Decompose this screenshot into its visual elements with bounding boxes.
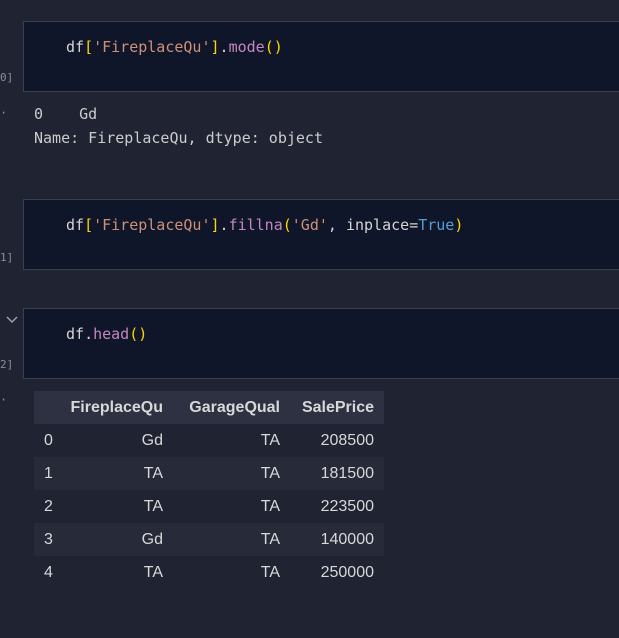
execution-count-3: 2]: [0, 358, 14, 371]
table-row: 0 Gd TA 208500: [34, 424, 384, 457]
table-cell: TA: [173, 457, 290, 490]
code-token: df: [66, 38, 85, 56]
table-cell: 250000: [290, 556, 384, 589]
code-token: [: [84, 216, 94, 234]
table-cell: TA: [173, 556, 290, 589]
code-token: df: [66, 216, 85, 234]
code-cell-1[interactable]: df['FireplaceQu'].mode(): [23, 21, 619, 92]
table-cell: Gd: [55, 424, 173, 457]
code-token: head: [93, 325, 130, 343]
code-token: (: [282, 216, 292, 234]
code-token: df: [66, 325, 85, 343]
code-token: .: [84, 325, 94, 343]
table-body: 0 Gd TA 208500 1 TA TA 181500 2 TA TA 223500 3 Gd TA 14…: [34, 424, 384, 589]
table-cell: TA: [55, 556, 173, 589]
row-index-cell: 0: [34, 424, 55, 457]
output-line-2: Name: FireplaceQu, dtype: object: [34, 129, 323, 147]
code-editor-3[interactable]: df.head(): [66, 325, 147, 343]
table-cell: TA: [55, 457, 173, 490]
table-cell: TA: [173, 424, 290, 457]
code-token: ): [454, 216, 464, 234]
code-token: 'FireplaceQu': [93, 38, 211, 56]
table-row: 1 TA TA 181500: [34, 457, 384, 490]
chevron-down-icon[interactable]: [6, 314, 18, 327]
code-token: ]: [210, 38, 220, 56]
code-token: fillna: [228, 216, 283, 234]
code-token: (): [129, 325, 148, 343]
table-row: 3 Gd TA 140000: [34, 523, 384, 556]
code-token: mode: [228, 38, 265, 56]
code-editor-2[interactable]: df['FireplaceQu'].fillna('Gd', inplace=T…: [66, 216, 463, 234]
code-token: , inplace: [327, 216, 410, 234]
code-token: =: [409, 216, 419, 234]
table-cell: Gd: [55, 523, 173, 556]
row-index-cell: 2: [34, 490, 55, 523]
code-token: (): [264, 38, 283, 56]
output-line-1: 0 Gd: [34, 105, 98, 123]
execution-count-2: 1]: [0, 251, 14, 264]
table-cell: 208500: [290, 424, 384, 457]
code-token: ]: [210, 216, 220, 234]
table-cell: TA: [55, 490, 173, 523]
row-index-cell: 4: [34, 556, 55, 589]
code-token: .: [219, 216, 229, 234]
code-token: 'Gd': [291, 216, 328, 234]
table-header-row: FireplaceQu GarageQual SalePrice: [34, 391, 384, 424]
dataframe-table: FireplaceQu GarageQual SalePrice 0 Gd TA 20…: [34, 391, 384, 589]
code-cell-2[interactable]: df['FireplaceQu'].fillna('Gd', inplace=T…: [23, 199, 619, 270]
table-cell: 223500: [290, 490, 384, 523]
column-header-saleprice: SalePrice: [290, 391, 384, 424]
column-header-fireplacequ: FireplaceQu: [55, 391, 173, 424]
code-token: .: [219, 38, 229, 56]
output-marker-3: ·: [0, 393, 8, 407]
table-cell: 140000: [290, 523, 384, 556]
code-token: True: [418, 216, 455, 234]
table-cell: 181500: [290, 457, 384, 490]
row-index-cell: 3: [34, 523, 55, 556]
code-token: [: [84, 38, 94, 56]
code-token: 'FireplaceQu': [93, 216, 211, 234]
code-cell-3[interactable]: df.head(): [23, 308, 619, 379]
table-cell: TA: [173, 523, 290, 556]
column-header-index: [34, 391, 55, 424]
table-row: 2 TA TA 223500: [34, 490, 384, 523]
execution-count-1: 0]: [0, 71, 14, 84]
row-index-cell: 1: [34, 457, 55, 490]
table-row: 4 TA TA 250000: [34, 556, 384, 589]
output-marker-1: ·: [0, 106, 8, 120]
table-cell: TA: [173, 490, 290, 523]
code-editor-1[interactable]: df['FireplaceQu'].mode(): [66, 38, 283, 56]
column-header-garagequal: GarageQual: [173, 391, 290, 424]
